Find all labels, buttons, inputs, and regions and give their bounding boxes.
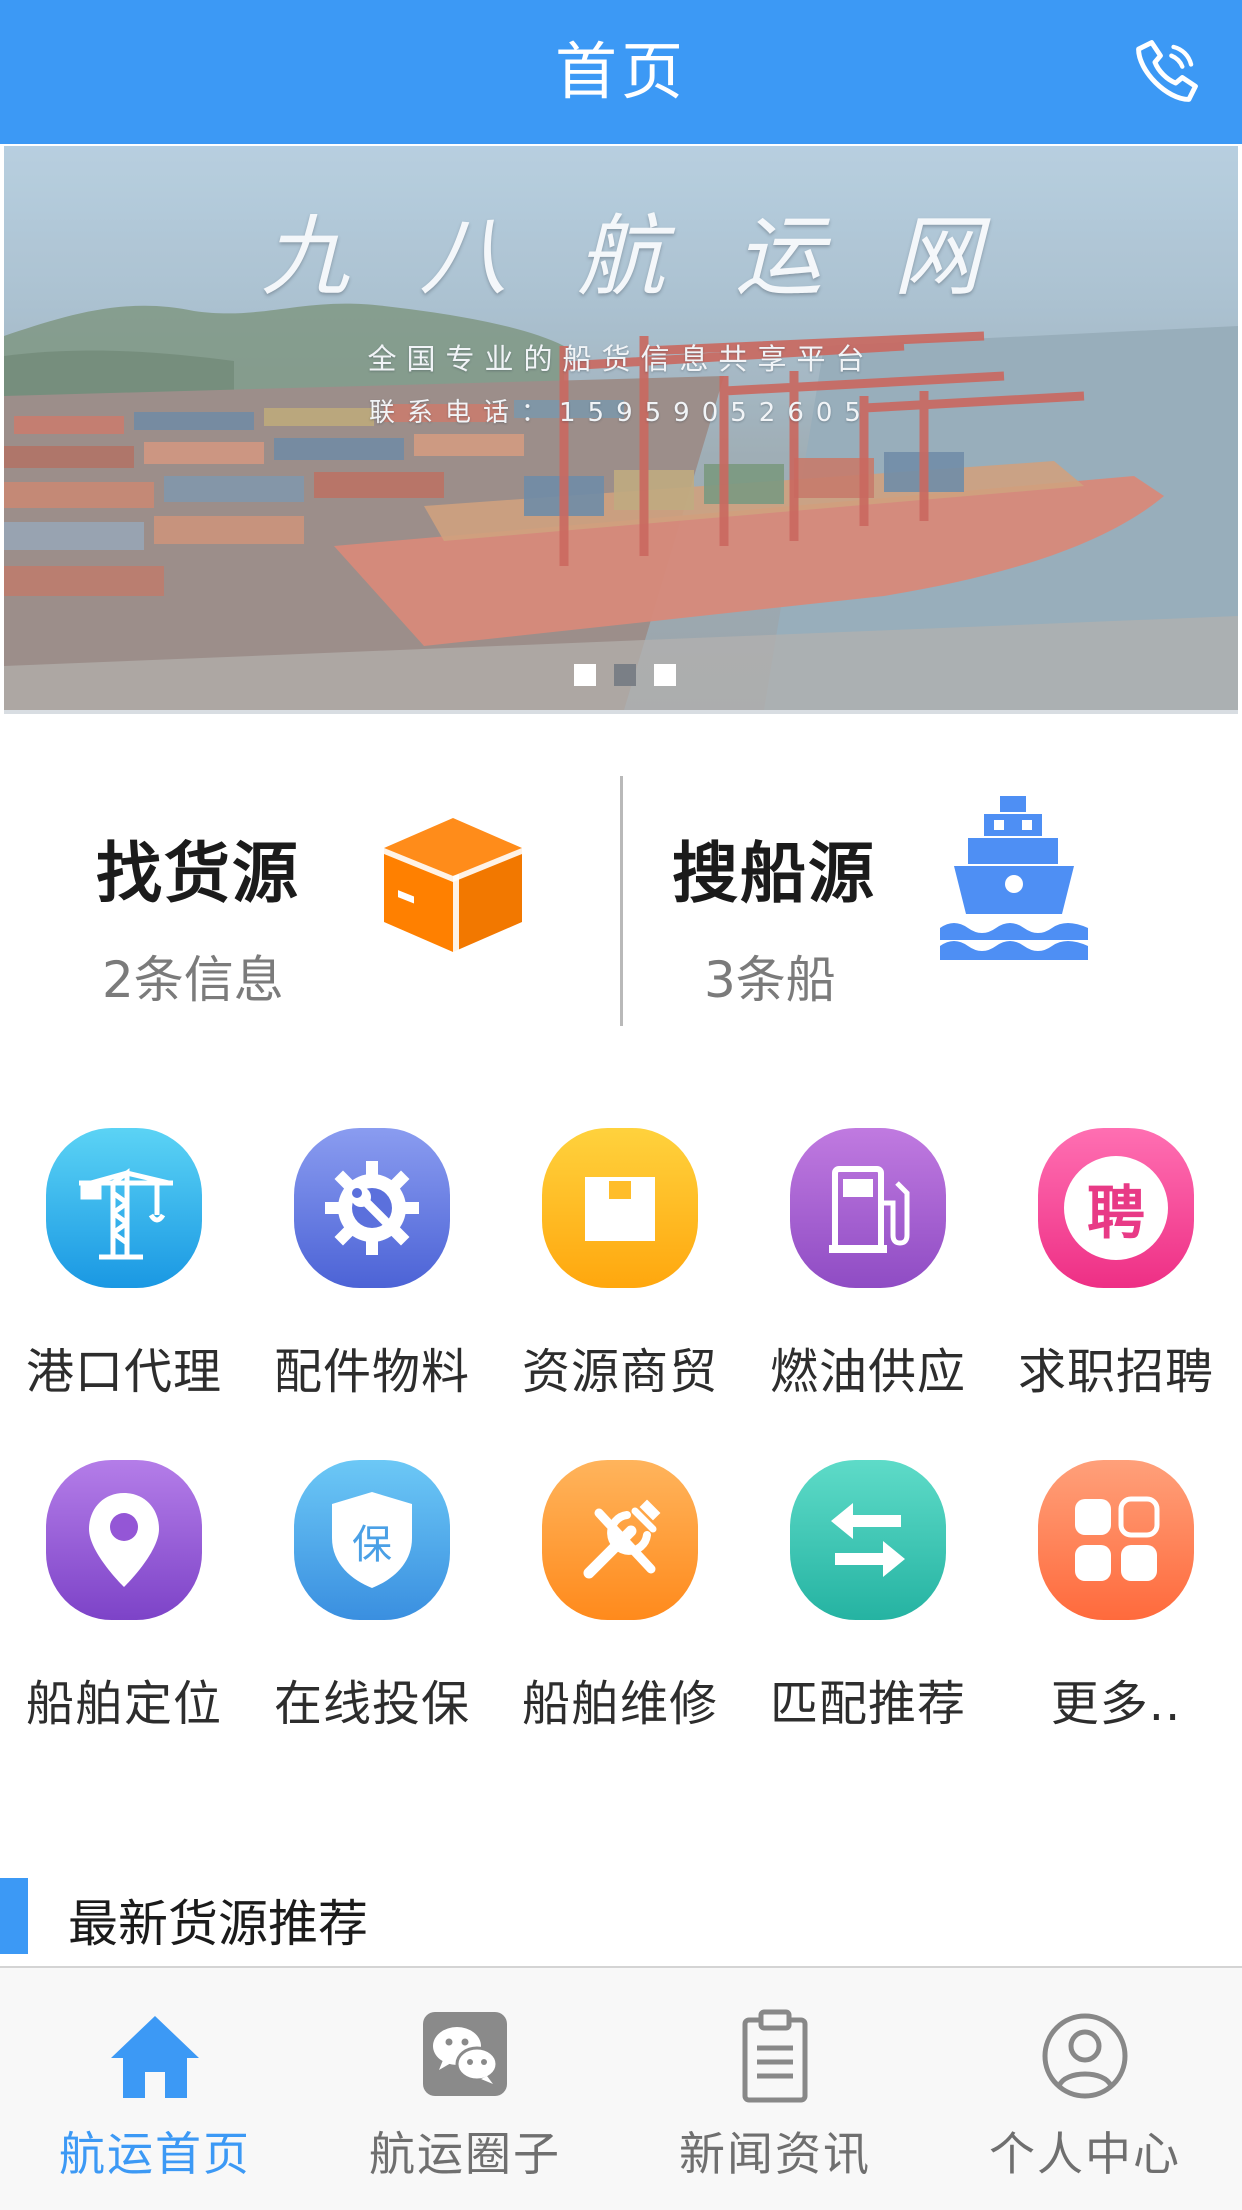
banner-carousel[interactable]: 九八航运网 全国专业的船货信息共享平台 联系电话：15959052605 (4, 146, 1238, 714)
tab-shipping-home[interactable]: 航运首页 (0, 1968, 310, 2210)
grid-label: 船舶维修 (521, 1676, 718, 1732)
grid-item-port-agency[interactable]: 港口代理 (0, 1128, 248, 1402)
banner-title: 九八航运网 (260, 205, 1051, 308)
phone-icon[interactable] (1132, 36, 1202, 106)
find-cargo-title: 找货源 (96, 835, 300, 912)
grid-item-jobs[interactable]: 聘 求职招聘 (992, 1128, 1240, 1402)
grid-label: 求职招聘 (1017, 1344, 1214, 1400)
more-grid-icon (1038, 1460, 1194, 1620)
banner-subtitle: 全国专业的船货信息共享平台 (367, 342, 875, 376)
tab-news[interactable]: 新闻资讯 (620, 1968, 930, 2210)
grid-item-online-insurance[interactable]: 保 在线投保 (248, 1460, 496, 1734)
clipboard-icon (742, 2009, 808, 2103)
grid-label: 更多.. (1050, 1676, 1182, 1732)
grid-label: 匹配推荐 (769, 1676, 966, 1732)
gear-wrench-icon (294, 1128, 450, 1288)
carousel-dot[interactable] (654, 664, 676, 686)
grid-item-ship-location[interactable]: 船舶定位 (0, 1460, 248, 1734)
shield-glyph: 保 (352, 1522, 392, 1568)
carousel-indicators[interactable] (574, 664, 676, 686)
location-pin-icon (46, 1460, 202, 1620)
grid-item-fuel-supply[interactable]: 燃油供应 (744, 1128, 992, 1402)
tools-icon (542, 1460, 698, 1620)
grid-label: 在线投保 (273, 1676, 470, 1732)
tab-shipping-circle[interactable]: 航运圈子 (310, 1968, 620, 2210)
tab-label: 个人中心 (989, 2127, 1181, 2181)
tab-personal-center[interactable]: 个人中心 (930, 1968, 1240, 2210)
carousel-dot-active[interactable] (614, 664, 636, 686)
shield-icon: 保 (294, 1460, 450, 1620)
grid-label: 配件物料 (273, 1344, 470, 1400)
find-cargo-count: 2条信息 (102, 951, 284, 1009)
find-ship-count: 3条船 (704, 951, 836, 1009)
user-icon (1042, 2013, 1128, 2099)
grid-item-parts-materials[interactable]: 配件物料 (248, 1128, 496, 1402)
wechat-chat-icon (423, 2012, 507, 2096)
grid-item-resource-trade[interactable]: 资源商贸 (496, 1128, 744, 1402)
grid-label: 燃油供应 (769, 1344, 966, 1400)
section-title: 最新货源推荐 (68, 1895, 368, 1953)
tab-label: 航运首页 (59, 2127, 251, 2181)
quick-divider (620, 776, 623, 1026)
grid-item-match-recommend[interactable]: 匹配推荐 (744, 1460, 992, 1734)
grid-item-ship-repair[interactable]: 船舶维修 (496, 1460, 744, 1734)
header-bar: 首页 (0, 0, 1242, 144)
recruit-glyph: 聘 (1064, 1156, 1168, 1260)
box-icon (384, 818, 522, 952)
latest-cargo-section-header: 最新货源推荐 (0, 1878, 1242, 1954)
grid-label: 资源商贸 (521, 1344, 718, 1400)
carousel-dot[interactable] (574, 664, 596, 686)
quick-search-panel: 找货源 2条信息 搜船源 3条船 (0, 770, 1242, 1030)
package-icon (542, 1128, 698, 1288)
find-cargo-card[interactable]: 找货源 2条信息 (0, 770, 618, 1030)
grid-item-more[interactable]: 更多.. (992, 1460, 1240, 1734)
tab-label: 航运圈子 (369, 2127, 561, 2181)
fuel-pump-icon (790, 1128, 946, 1288)
grid-label: 港口代理 (25, 1344, 222, 1400)
swap-arrows-icon (790, 1460, 946, 1620)
crane-icon (46, 1128, 202, 1288)
find-ship-card[interactable]: 搜船源 3条船 (624, 770, 1242, 1030)
banner-contact: 联系电话：15959052605 (369, 398, 873, 428)
page-title: 首页 (554, 35, 687, 108)
section-accent-bar (0, 1878, 28, 1954)
grid-label: 船舶定位 (25, 1676, 222, 1732)
ship-icon (940, 796, 1088, 960)
recruit-icon: 聘 (1038, 1128, 1194, 1288)
bottom-tab-bar: 航运首页 航运圈子 新闻资讯 个人中心 (0, 1966, 1242, 2210)
find-ship-title: 搜船源 (672, 835, 876, 912)
tab-label: 新闻资讯 (679, 2127, 871, 2181)
home-icon (111, 2016, 199, 2098)
